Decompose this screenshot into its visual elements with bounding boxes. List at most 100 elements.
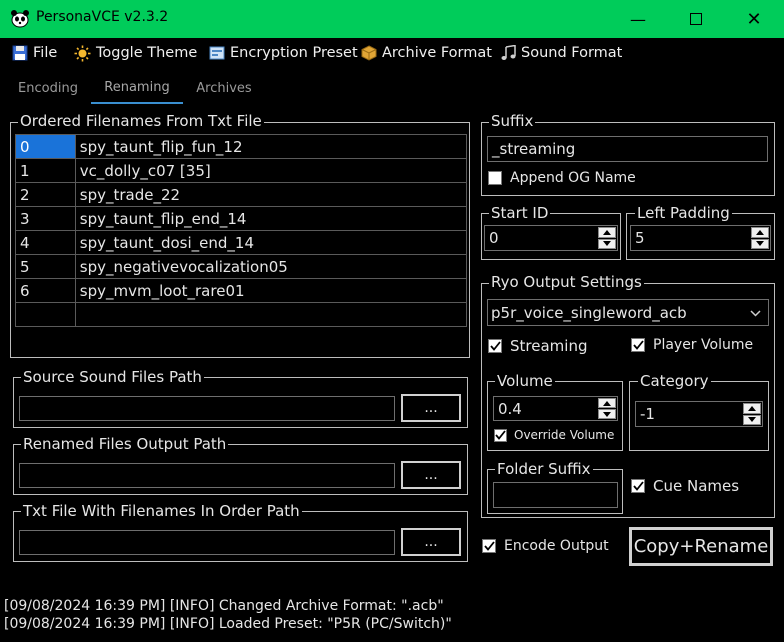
row-index-cell[interactable]: 0 bbox=[15, 134, 76, 159]
sun-icon bbox=[74, 45, 91, 61]
streaming-label: Streaming bbox=[510, 337, 588, 355]
row-index-cell[interactable]: 3 bbox=[15, 206, 76, 231]
tab-renaming[interactable]: Renaming bbox=[91, 72, 183, 104]
start-id-spinner[interactable]: 0 bbox=[484, 225, 618, 251]
menu-file-label: File bbox=[33, 45, 58, 61]
append-og-name-checkbox[interactable]: Append OG Name bbox=[488, 170, 636, 186]
row-filename-cell[interactable]: spy_negativevocalization05 bbox=[74, 254, 467, 279]
minimize-icon: — bbox=[630, 9, 646, 29]
table-row[interactable]: 2 spy_trade_22 bbox=[15, 182, 467, 207]
table-row[interactable]: 6 spy_mvm_loot_rare01 bbox=[15, 278, 467, 303]
encode-output-checkbox[interactable]: Encode Output bbox=[482, 538, 609, 554]
row-filename-cell[interactable]: spy_mvm_loot_rare01 bbox=[74, 278, 467, 303]
row-filename-cell[interactable] bbox=[74, 302, 467, 327]
row-index-cell[interactable]: 4 bbox=[15, 230, 76, 255]
table-row[interactable]: 3 spy_taunt_flip_end_14 bbox=[15, 206, 467, 231]
category-up-arrow-icon[interactable] bbox=[743, 403, 761, 414]
left-padding-up-arrow-icon[interactable] bbox=[751, 227, 769, 238]
start-id-down-arrow-icon[interactable] bbox=[598, 238, 616, 249]
streaming-box[interactable] bbox=[488, 339, 502, 353]
table-row[interactable] bbox=[15, 302, 467, 327]
maximize-button[interactable] bbox=[667, 0, 725, 38]
package-icon bbox=[361, 45, 377, 61]
row-filename-cell[interactable]: spy_taunt_flip_end_14 bbox=[74, 206, 467, 231]
copy-rename-button[interactable]: Copy+Rename bbox=[629, 527, 773, 566]
cue-names-box[interactable] bbox=[631, 479, 645, 493]
left-padding-down-arrow-icon[interactable] bbox=[751, 238, 769, 249]
cue-names-label: Cue Names bbox=[653, 477, 740, 495]
append-og-name-label: Append OG Name bbox=[510, 170, 636, 186]
tab-archives[interactable]: Archives bbox=[186, 72, 262, 104]
streaming-checkbox[interactable]: Streaming bbox=[488, 337, 587, 355]
ryo-preset-dropdown[interactable]: p5r_voice_singleword_acb bbox=[487, 299, 769, 326]
volume-spinner[interactable]: 0.4 bbox=[493, 396, 618, 421]
category-value: -1 bbox=[640, 405, 655, 423]
start-id-label: Start ID bbox=[489, 204, 551, 222]
minimize-button[interactable]: — bbox=[609, 0, 667, 38]
start-id-value: 0 bbox=[489, 229, 499, 247]
tab-encoding-label: Encoding bbox=[18, 80, 78, 96]
chevron-down-icon bbox=[750, 310, 761, 317]
menu-archive-format-label: Archive Format bbox=[382, 45, 492, 61]
player-volume-box[interactable] bbox=[631, 338, 645, 352]
title-bar[interactable]: PersonaVCE v2.3.2 — ✕ bbox=[0, 0, 784, 38]
volume-up-arrow-icon[interactable] bbox=[598, 398, 616, 408]
override-volume-box[interactable] bbox=[494, 428, 507, 442]
renamed-output-path-input[interactable] bbox=[19, 463, 395, 488]
ryo-output-settings-label: Ryo Output Settings bbox=[489, 273, 644, 291]
tab-renaming-label: Renaming bbox=[104, 79, 170, 95]
renamed-output-browse-button[interactable]: ... bbox=[401, 461, 461, 489]
txt-file-browse-button[interactable]: ... bbox=[401, 528, 461, 556]
window-title: PersonaVCE v2.3.2 bbox=[36, 9, 169, 25]
checkmark-icon bbox=[632, 481, 644, 491]
left-padding-spinner[interactable]: 5 bbox=[630, 225, 771, 251]
close-button[interactable]: ✕ bbox=[725, 0, 783, 38]
log-line: [09/08/2024 16:39 PM] [INFO] Changed Arc… bbox=[4, 598, 444, 614]
encode-output-box[interactable] bbox=[482, 539, 496, 553]
start-id-up-arrow-icon[interactable] bbox=[598, 227, 616, 238]
row-filename-cell[interactable]: spy_trade_22 bbox=[74, 182, 467, 207]
source-sound-path-input[interactable] bbox=[19, 396, 395, 421]
player-volume-checkbox[interactable]: Player Volume bbox=[631, 337, 753, 353]
menu-encryption-preset-label: Encryption Preset bbox=[230, 45, 358, 61]
menu-file[interactable]: File bbox=[12, 38, 57, 68]
row-index-cell[interactable]: 1 bbox=[15, 158, 76, 183]
checkmark-icon bbox=[495, 430, 506, 440]
table-row[interactable]: 1 vc_dolly_c07 [35] bbox=[15, 158, 467, 183]
suffix-input[interactable]: _streaming bbox=[487, 136, 768, 162]
filenames-table-container[interactable]: 0 spy_taunt_flip_fun_12 1 vc_dolly_c07 [35]… bbox=[15, 134, 467, 328]
menu-sound-format[interactable]: Sound Format bbox=[501, 38, 622, 68]
row-filename-cell[interactable]: spy_taunt_dosi_end_14 bbox=[74, 230, 467, 255]
row-index-cell[interactable]: 2 bbox=[15, 182, 76, 207]
row-index-cell[interactable]: 6 bbox=[15, 278, 76, 303]
override-volume-checkbox[interactable]: Override Volume bbox=[494, 428, 614, 442]
table-row[interactable]: 4 spy_taunt_dosi_end_14 bbox=[15, 230, 467, 255]
row-index-cell[interactable] bbox=[15, 302, 76, 327]
floppy-disk-icon bbox=[12, 45, 28, 61]
folder-suffix-input[interactable] bbox=[493, 482, 618, 508]
checkmark-icon bbox=[489, 341, 501, 351]
append-og-name-box[interactable] bbox=[488, 171, 502, 185]
table-row[interactable]: 5 spy_negativevocalization05 bbox=[15, 254, 467, 279]
row-index-cell[interactable]: 5 bbox=[15, 254, 76, 279]
panda-app-icon bbox=[10, 10, 30, 28]
category-down-arrow-icon[interactable] bbox=[743, 414, 761, 425]
cue-names-checkbox[interactable]: Cue Names bbox=[631, 477, 739, 495]
category-spinner[interactable]: -1 bbox=[635, 401, 763, 427]
row-filename-cell[interactable]: spy_taunt_flip_fun_12 bbox=[74, 134, 467, 159]
menu-toggle-theme[interactable]: Toggle Theme bbox=[74, 38, 197, 68]
menu-archive-format[interactable]: Archive Format bbox=[361, 38, 492, 68]
table-row[interactable]: 0 spy_taunt_flip_fun_12 bbox=[15, 134, 467, 159]
txt-file-path-input[interactable] bbox=[19, 530, 395, 555]
volume-label: Volume bbox=[495, 372, 555, 390]
tab-encoding[interactable]: Encoding bbox=[8, 72, 88, 104]
player-volume-label: Player Volume bbox=[653, 337, 754, 353]
renamed-output-path-label: Renamed Files Output Path bbox=[21, 435, 229, 453]
source-sound-browse-button[interactable]: ... bbox=[401, 394, 461, 422]
row-filename-cell[interactable]: vc_dolly_c07 [35] bbox=[74, 158, 467, 183]
log-line: [09/08/2024 16:39 PM] [INFO] Loaded Pres… bbox=[4, 616, 452, 632]
category-label: Category bbox=[638, 372, 711, 390]
volume-down-arrow-icon[interactable] bbox=[598, 409, 616, 419]
menu-encryption-preset[interactable]: Encryption Preset bbox=[209, 38, 358, 68]
filenames-table[interactable]: 0 spy_taunt_flip_fun_12 1 vc_dolly_c07 [35]… bbox=[15, 134, 467, 327]
